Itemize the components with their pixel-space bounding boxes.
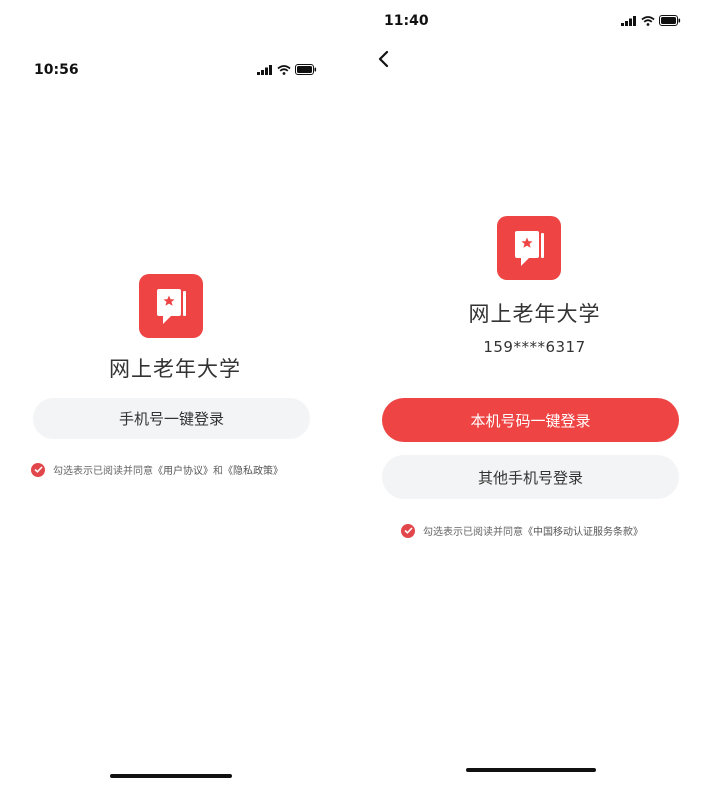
back-button[interactable] xyxy=(372,48,396,72)
status-time: 11:40 xyxy=(384,13,429,29)
right-login-screen: 11:40 网上老年大学 159****6317 本机号码一键登录 其他手机号登… xyxy=(358,0,711,788)
check-circle-icon[interactable] xyxy=(401,523,415,538)
user-agreement-link[interactable]: 《用户协议》 xyxy=(153,466,213,477)
cmcc-terms-link[interactable]: 《中国移动认证服务条款》 xyxy=(523,527,643,538)
agreement-row: 勾选表示已阅读并同意《中国移动认证服务条款》 xyxy=(401,523,643,538)
left-login-screen: 10:56 网上老年大学 手机号一键登录 勾选表示已阅读并同意《用户协议》和《隐… xyxy=(0,0,350,788)
masked-phone-number: 159****6317 xyxy=(483,338,586,356)
signal-icon xyxy=(257,64,272,75)
local-number-login-button[interactable]: 本机号码一键登录 xyxy=(382,398,679,442)
book-logo-icon xyxy=(157,289,186,324)
home-indicator xyxy=(110,774,232,778)
app-logo xyxy=(497,216,561,280)
status-icons xyxy=(621,15,681,26)
agreement-prefix: 勾选表示已阅读并同意 xyxy=(423,527,523,538)
app-logo xyxy=(139,274,203,338)
agreement-conjunction: 和 xyxy=(213,466,223,477)
signal-icon xyxy=(621,15,636,26)
app-name: 网上老年大学 xyxy=(109,357,241,381)
wifi-icon xyxy=(277,64,291,75)
other-phone-login-button[interactable]: 其他手机号登录 xyxy=(382,455,679,499)
book-logo-icon xyxy=(515,231,544,266)
battery-icon xyxy=(295,64,317,75)
agreement-row: 勾选表示已阅读并同意《用户协议》和《隐私政策》 xyxy=(31,462,283,477)
app-name: 网上老年大学 xyxy=(468,302,601,326)
status-icons xyxy=(257,64,317,75)
home-indicator xyxy=(466,768,596,772)
status-time: 10:56 xyxy=(34,62,79,78)
back-arrow-icon xyxy=(378,50,389,68)
one-click-login-button[interactable]: 手机号一键登录 xyxy=(33,398,310,439)
wifi-icon xyxy=(641,15,655,26)
agreement-prefix: 勾选表示已阅读并同意 xyxy=(53,466,153,477)
check-circle-icon[interactable] xyxy=(31,462,45,477)
battery-icon xyxy=(659,15,681,26)
privacy-policy-link[interactable]: 《隐私政策》 xyxy=(223,466,283,477)
